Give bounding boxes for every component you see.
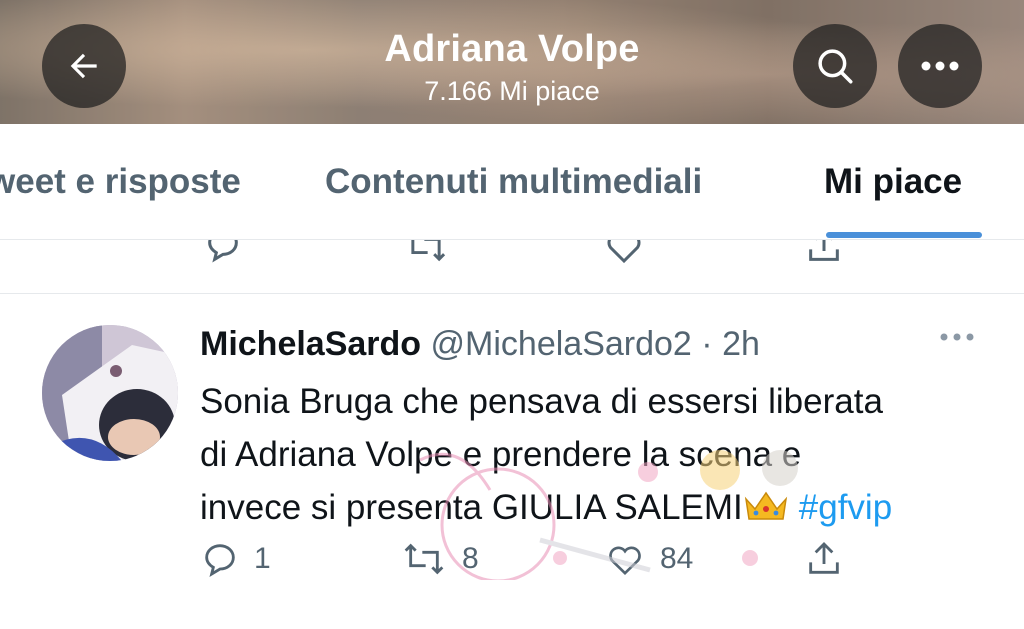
- tab-media[interactable]: Contenuti multimediali: [325, 162, 702, 202]
- retweet-count: 8: [462, 542, 479, 575]
- active-tab-indicator: [826, 232, 982, 238]
- share-icon[interactable]: [804, 240, 844, 266]
- reply-icon: [205, 544, 235, 577]
- tweet[interactable]: MichelaSardo @MichelaSardo2 · 2h Sonia B…: [0, 295, 1024, 629]
- retweet-icon[interactable]: [403, 240, 449, 266]
- reply-button[interactable]: 1: [200, 539, 271, 579]
- hashtag-link[interactable]: #gfvip: [799, 488, 892, 527]
- author-name[interactable]: MichelaSardo: [200, 325, 421, 363]
- previous-tweet-actions: [0, 240, 1024, 294]
- like-button[interactable]: 84: [604, 539, 693, 579]
- search-button[interactable]: [793, 24, 877, 108]
- author-handle[interactable]: @MichelaSardo2: [431, 325, 692, 363]
- tweet-more-icon[interactable]: [938, 331, 976, 343]
- retweet-icon: [404, 543, 444, 575]
- profile-header: Adriana Volpe 7.166 Mi piace: [0, 0, 1024, 124]
- tweet-text-line-last: invece si presenta GIULIA SALEMI #gfvip: [200, 481, 1000, 534]
- profile-tabs: weet e risposte Contenuti multimediali M…: [0, 124, 1024, 240]
- like-icon[interactable]: [604, 240, 644, 266]
- tweet-header: MichelaSardo @MichelaSardo2 · 2h: [200, 325, 760, 364]
- search-icon: [818, 49, 853, 84]
- tweet-text-line: di Adriana Volpe e prendere la scena e: [200, 435, 802, 474]
- like-count: 84: [660, 542, 694, 575]
- more-button[interactable]: [898, 24, 982, 108]
- heart-icon: [609, 546, 641, 576]
- tab-tweets-and-replies[interactable]: weet e risposte: [0, 162, 241, 202]
- more-horizontal-icon: [921, 61, 959, 71]
- reply-count: 1: [254, 542, 271, 575]
- tweet-text: Sonia Bruga che pensava di essersi liber…: [200, 375, 1000, 534]
- retweet-button[interactable]: 8: [400, 539, 479, 579]
- share-button[interactable]: [804, 539, 844, 579]
- tweet-time[interactable]: 2h: [722, 325, 760, 363]
- crown-icon: [744, 491, 787, 520]
- separator: ·: [701, 325, 713, 363]
- avatar[interactable]: [42, 325, 178, 461]
- share-icon: [809, 541, 839, 574]
- tweet-text-line: Sonia Bruga che pensava di essersi liber…: [200, 382, 883, 421]
- avatar-image: [42, 325, 178, 461]
- reply-icon[interactable]: [203, 240, 243, 266]
- tweet-actions: 1 8 84: [200, 539, 880, 589]
- tweet-text-segment: invece si presenta GIULIA SALEMI: [200, 488, 743, 527]
- tab-likes[interactable]: Mi piace: [824, 162, 962, 202]
